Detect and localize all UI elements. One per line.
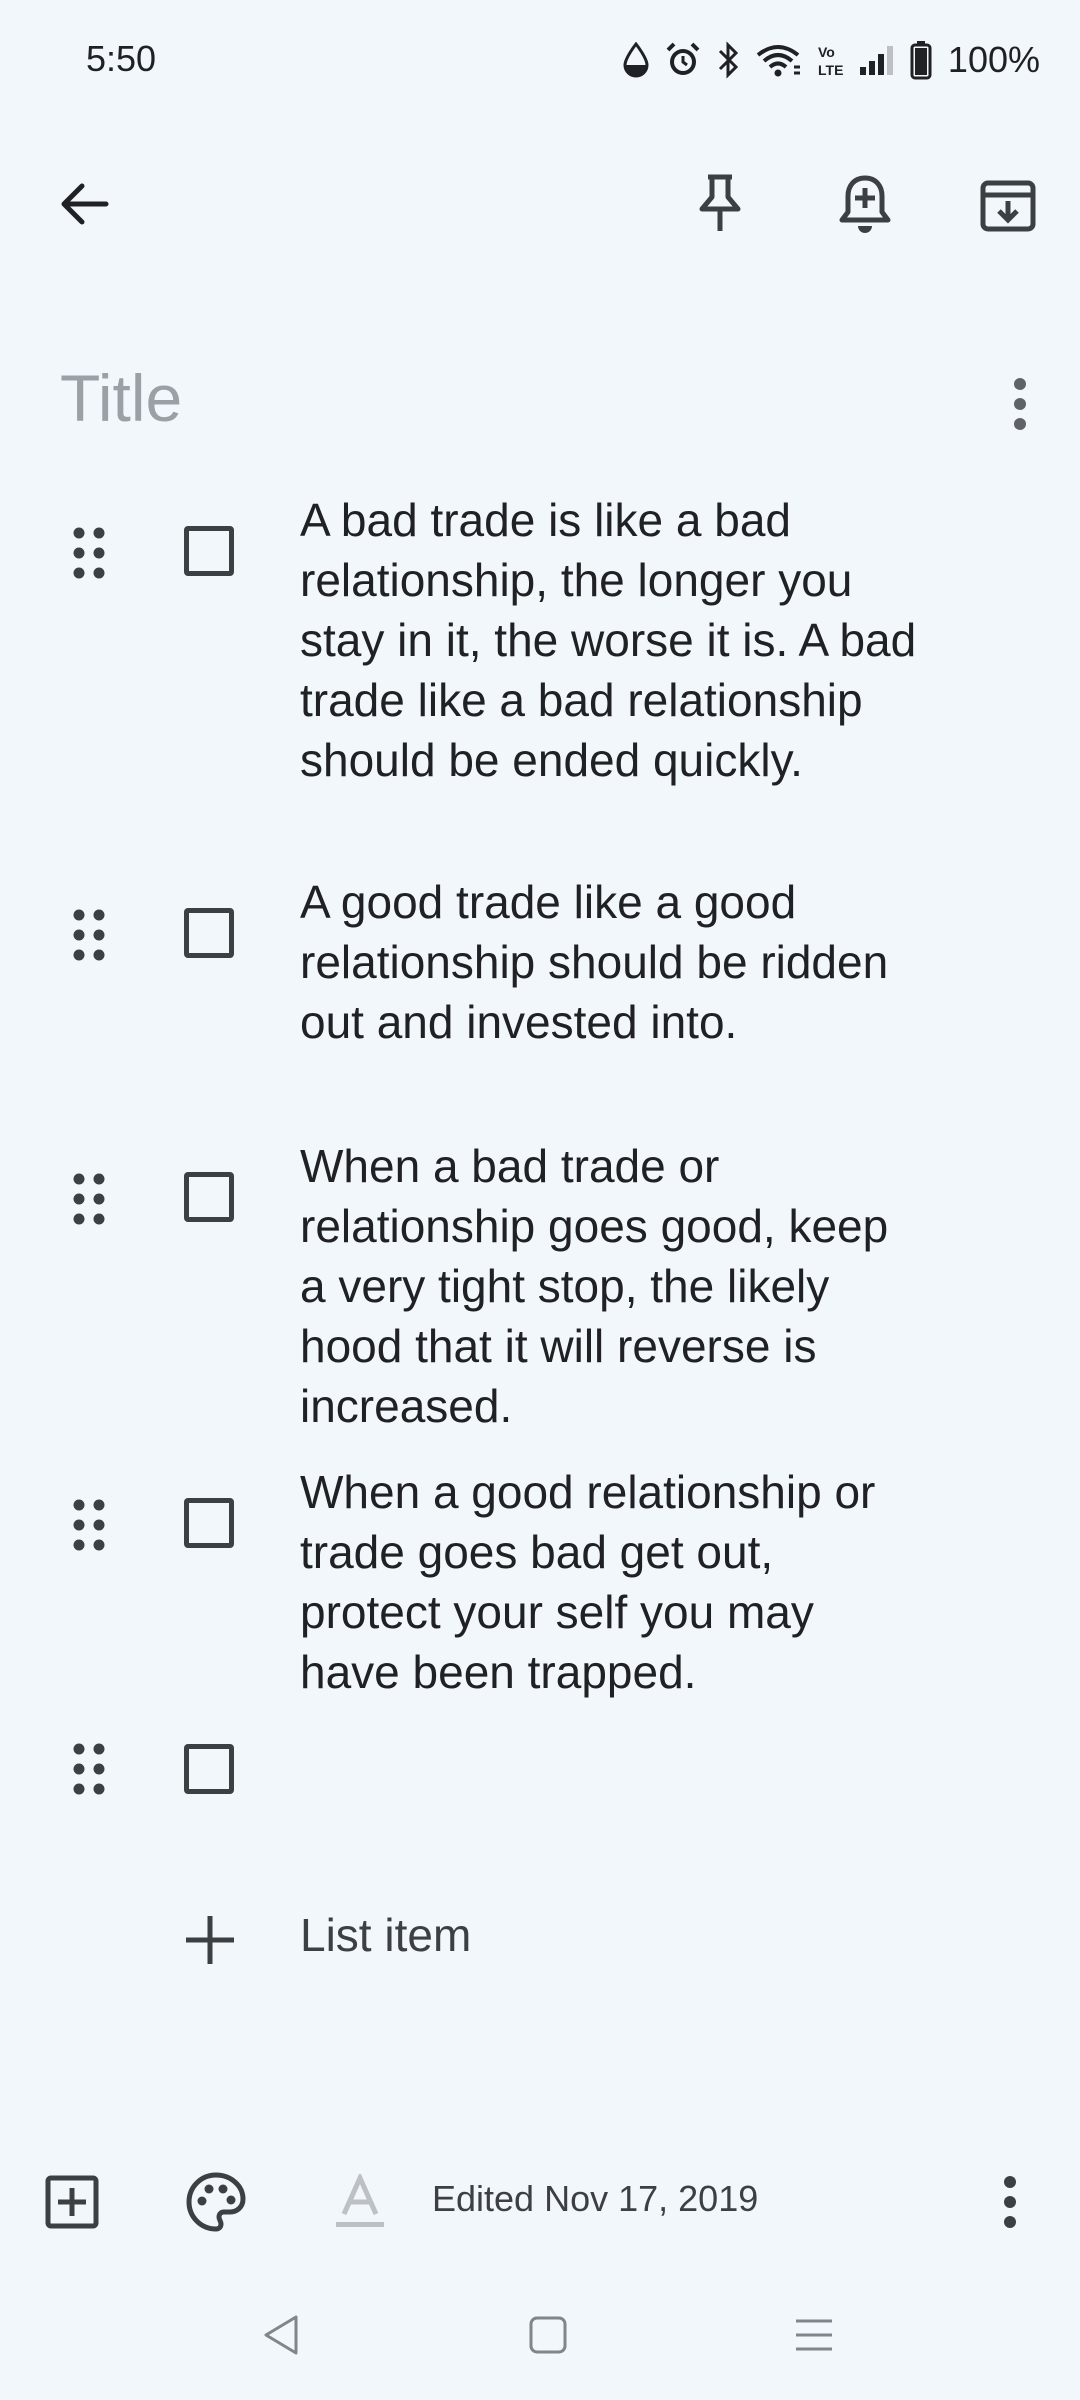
background-options-button[interactable] xyxy=(180,2166,252,2238)
note-toolbar xyxy=(0,140,1080,270)
item-text[interactable]: A bad trade is like a bad relationship, … xyxy=(300,490,920,790)
add-alert-icon xyxy=(839,175,891,233)
svg-text:Vo: Vo xyxy=(818,44,835,60)
more-vert-icon xyxy=(1014,378,1026,430)
battery-icon xyxy=(910,40,932,80)
add-list-item-button[interactable]: List item xyxy=(0,1900,1080,1980)
status-bar: 5:50 Vo LTE 100% xyxy=(0,0,1080,124)
title-row: Title xyxy=(0,360,1080,450)
drag-handle-icon[interactable] xyxy=(72,1498,106,1552)
list-item: A bad trade is like a bad relationship, … xyxy=(0,490,1080,872)
battery-percent: 100% xyxy=(947,39,1040,80)
nav-back-button[interactable] xyxy=(240,2300,320,2370)
list-item xyxy=(0,1726,1080,1846)
signal-icon xyxy=(858,41,896,79)
archive-button[interactable] xyxy=(968,164,1048,244)
list-item: A good trade like a good relationship sh… xyxy=(0,872,1080,1136)
item-checkbox[interactable] xyxy=(184,908,234,958)
nav-home-button[interactable] xyxy=(508,2300,588,2370)
item-checkbox[interactable] xyxy=(184,1172,234,1222)
bottom-toolbar: Edited Nov 17, 2019 xyxy=(0,2150,1080,2250)
item-text[interactable]: When a bad trade or relationship goes go… xyxy=(300,1136,920,1436)
menu-recents-icon xyxy=(796,2319,832,2351)
palette-icon xyxy=(186,2172,246,2232)
volte-icon: Vo LTE xyxy=(816,41,844,79)
arrow-back-icon xyxy=(61,183,109,225)
water-drop-icon xyxy=(622,42,650,78)
reminder-button[interactable] xyxy=(825,164,905,244)
pin-button[interactable] xyxy=(680,164,760,244)
add-list-item-label: List item xyxy=(300,1909,472,1961)
checklist: A bad trade is like a bad relationship, … xyxy=(0,490,1080,1846)
note-more-button[interactable] xyxy=(990,2166,1030,2238)
title-input[interactable]: Title xyxy=(60,360,182,436)
bluetooth-icon xyxy=(716,41,740,79)
wifi-icon xyxy=(754,41,802,79)
system-nav-bar xyxy=(0,2290,1080,2380)
svg-text:LTE: LTE xyxy=(818,62,843,78)
text-format-icon xyxy=(336,2174,384,2227)
back-button[interactable] xyxy=(44,164,124,244)
alarm-icon xyxy=(664,41,702,79)
edited-timestamp: Edited Nov 17, 2019 xyxy=(432,2178,759,2219)
square-home-icon xyxy=(529,2316,567,2354)
item-text[interactable]: When a good relationship or trade goes b… xyxy=(300,1462,920,1702)
drag-handle-icon[interactable] xyxy=(72,1742,106,1796)
item-checkbox[interactable] xyxy=(184,1498,234,1548)
text-format-button[interactable] xyxy=(324,2166,396,2238)
nav-recents-button[interactable] xyxy=(774,2300,854,2370)
drag-handle-icon[interactable] xyxy=(72,526,106,580)
list-options-button[interactable] xyxy=(1000,374,1040,434)
more-vert-icon xyxy=(1004,2176,1016,2228)
add-box-icon xyxy=(45,2175,99,2229)
item-checkbox[interactable] xyxy=(184,1744,234,1794)
item-text[interactable]: A good trade like a good relationship sh… xyxy=(300,872,920,1052)
plus-icon xyxy=(186,1916,234,1964)
drag-handle-icon[interactable] xyxy=(72,908,106,962)
list-item: When a good relationship or trade goes b… xyxy=(0,1462,1080,1726)
list-item: When a bad trade or relationship goes go… xyxy=(0,1136,1080,1462)
item-checkbox[interactable] xyxy=(184,526,234,576)
drag-handle-icon[interactable] xyxy=(72,1172,106,1226)
add-content-button[interactable] xyxy=(36,2166,108,2238)
status-icons: Vo LTE 100% xyxy=(622,36,1040,84)
status-time: 5:50 xyxy=(86,38,157,79)
pin-icon xyxy=(699,174,741,231)
triangle-back-icon xyxy=(264,2315,298,2355)
archive-icon xyxy=(980,180,1036,232)
